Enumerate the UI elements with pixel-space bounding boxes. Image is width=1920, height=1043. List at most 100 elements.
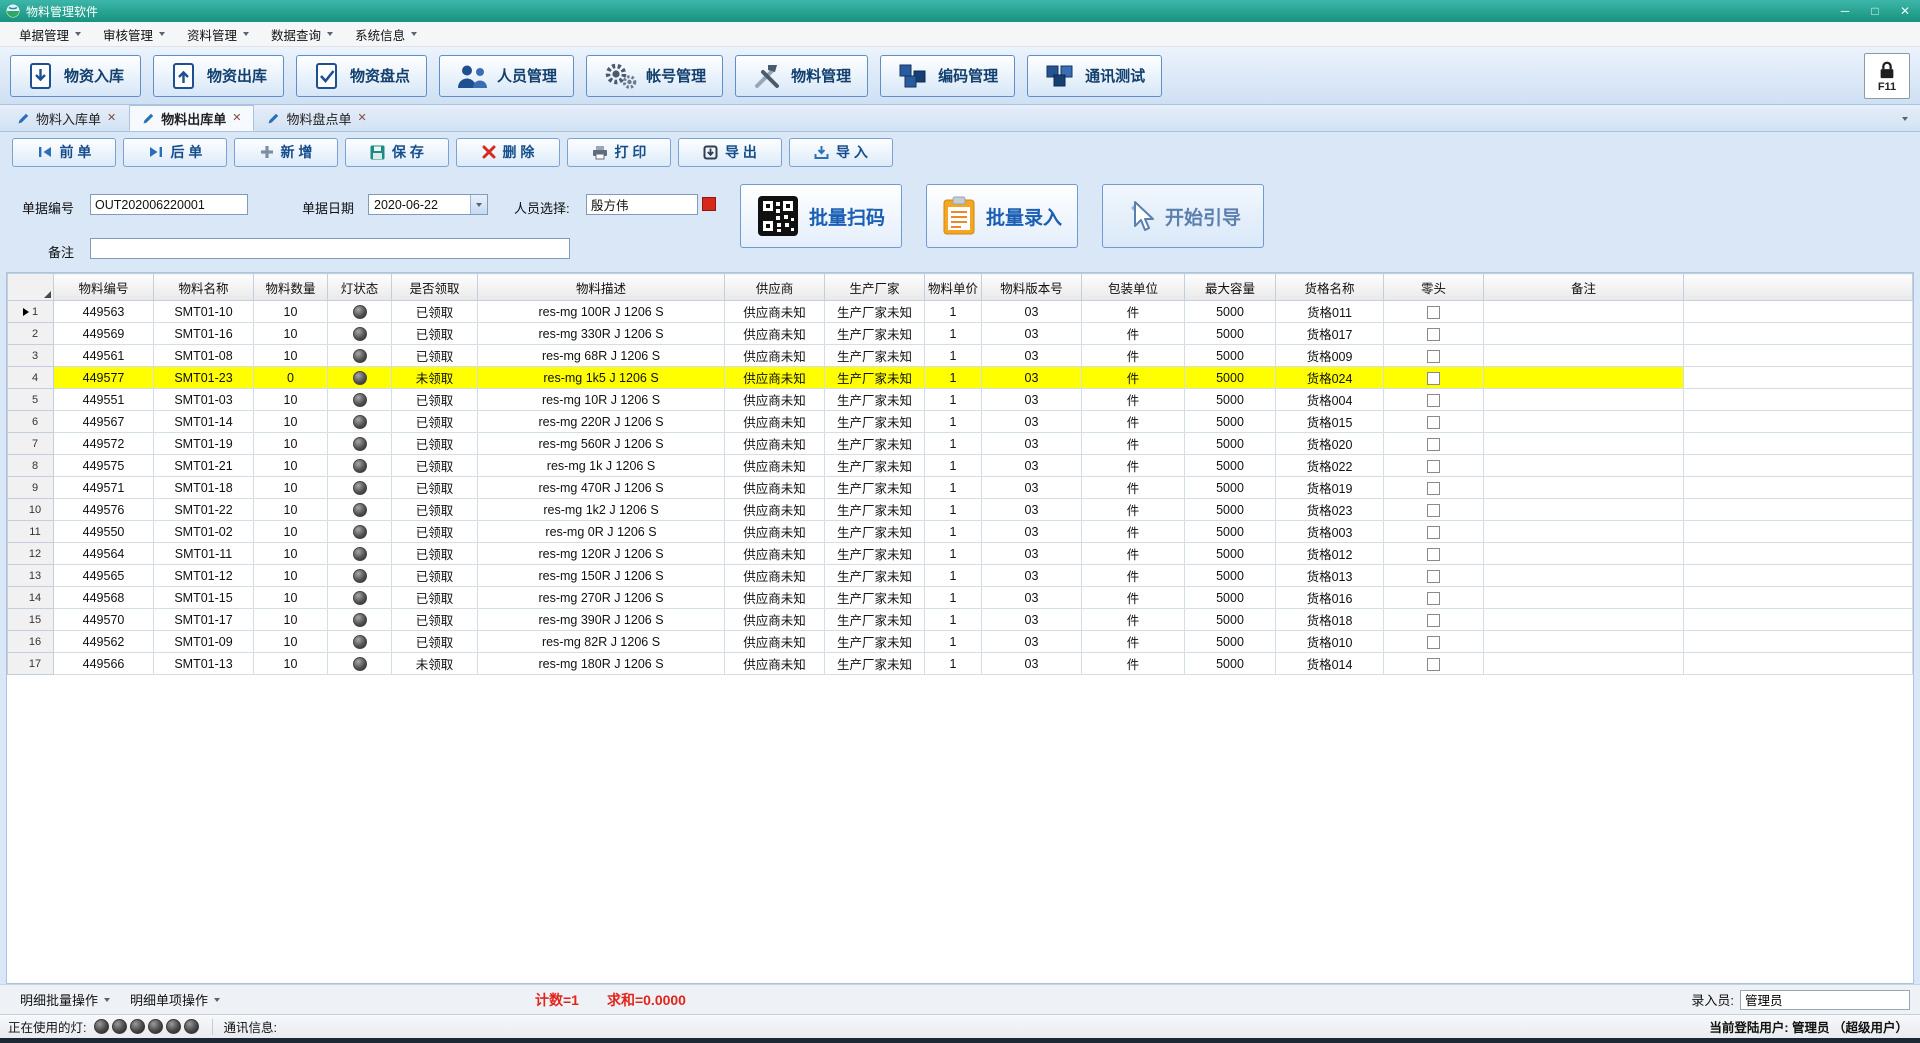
col-header-code[interactable]: 物料编号 xyxy=(54,274,154,301)
col-header-fraction[interactable]: 零头 xyxy=(1384,274,1484,301)
row-indicator-cell[interactable]: 2 xyxy=(8,323,54,345)
table-row[interactable]: 12 449564 SMT01-11 10 已领取 res-mg 120R J … xyxy=(8,543,1913,565)
tab-material-count-doc[interactable]: 物料盘点单 ✕ xyxy=(254,105,379,131)
tab-close-icon[interactable]: ✕ xyxy=(107,113,116,124)
row-indicator-cell[interactable]: 8 xyxy=(8,455,54,477)
lock-f11-button[interactable]: F11 xyxy=(1864,53,1910,99)
row-indicator-cell[interactable]: 5 xyxy=(8,389,54,411)
fraction-checkbox[interactable] xyxy=(1427,328,1440,341)
dropdown-button[interactable] xyxy=(470,195,487,214)
doc-no-input[interactable] xyxy=(90,194,248,215)
person-picker-button[interactable] xyxy=(702,197,716,211)
table-row[interactable]: 9 449571 SMT01-18 10 已领取 res-mg 470R J 1… xyxy=(8,477,1913,499)
table-row[interactable]: 1 449563 SMT01-10 10 已领取 res-mg 100R J 1… xyxy=(8,301,1913,323)
table-row[interactable]: 15 449570 SMT01-17 10 已领取 res-mg 390R J … xyxy=(8,609,1913,631)
col-header-remark[interactable]: 备注 xyxy=(1484,274,1684,301)
save-button[interactable]: 保 存 xyxy=(345,138,449,167)
row-indicator-cell[interactable]: 3 xyxy=(8,345,54,367)
row-indicator-cell[interactable]: 13 xyxy=(8,565,54,587)
table-row[interactable]: 5 449551 SMT01-03 10 已领取 res-mg 10R J 12… xyxy=(8,389,1913,411)
detail-batch-ops-button[interactable]: 明细批量操作 xyxy=(10,988,120,1012)
col-header-unit[interactable]: 包装单位 xyxy=(1082,274,1185,301)
export-button[interactable]: 导 出 xyxy=(678,138,782,167)
col-header-received[interactable]: 是否领取 xyxy=(392,274,478,301)
fraction-checkbox[interactable] xyxy=(1427,460,1440,473)
material-out-button[interactable]: 物资出库 xyxy=(153,55,284,97)
next-doc-button[interactable]: 后 单 xyxy=(123,138,227,167)
prev-doc-button[interactable]: 前 单 xyxy=(12,138,116,167)
table-row[interactable]: 7 449572 SMT01-19 10 已领取 res-mg 560R J 1… xyxy=(8,433,1913,455)
row-indicator-cell[interactable]: 9 xyxy=(8,477,54,499)
col-header-lamp[interactable]: 灯状态 xyxy=(328,274,392,301)
table-row[interactable]: 14 449568 SMT01-15 10 已领取 res-mg 270R J … xyxy=(8,587,1913,609)
row-indicator-cell[interactable]: 14 xyxy=(8,587,54,609)
row-indicator-cell[interactable]: 12 xyxy=(8,543,54,565)
close-button[interactable]: ✕ xyxy=(1890,0,1920,22)
inventory-check-button[interactable]: 物资盘点 xyxy=(296,55,427,97)
recorder-input[interactable] xyxy=(1740,990,1910,1010)
maximize-button[interactable]: □ xyxy=(1860,0,1890,22)
menu-item-document-mgmt[interactable]: 单据管理 xyxy=(8,22,92,46)
tab-material-in-doc[interactable]: 物料入库单 ✕ xyxy=(4,105,129,131)
grid-corner-cell[interactable] xyxy=(8,274,54,301)
fraction-checkbox[interactable] xyxy=(1427,614,1440,627)
fraction-checkbox[interactable] xyxy=(1427,394,1440,407)
fraction-checkbox[interactable] xyxy=(1427,504,1440,517)
row-indicator-cell[interactable]: 16 xyxy=(8,631,54,653)
fraction-checkbox[interactable] xyxy=(1427,526,1440,539)
row-indicator-cell[interactable]: 17 xyxy=(8,653,54,675)
account-mgmt-button[interactable]: 帐号管理 xyxy=(586,55,723,97)
col-header-supplier[interactable]: 供应商 xyxy=(725,274,825,301)
tab-close-icon[interactable]: ✕ xyxy=(357,113,366,124)
col-header-version[interactable]: 物料版本号 xyxy=(982,274,1082,301)
table-row[interactable]: 17 449566 SMT01-13 10 未领取 res-mg 180R J … xyxy=(8,653,1913,675)
material-mgmt-button[interactable]: 物料管理 xyxy=(735,55,868,97)
col-header-shelf[interactable]: 货格名称 xyxy=(1276,274,1384,301)
table-row[interactable]: 10 449576 SMT01-22 10 已领取 res-mg 1k2 J 1… xyxy=(8,499,1913,521)
fraction-checkbox[interactable] xyxy=(1427,658,1440,671)
fraction-checkbox[interactable] xyxy=(1427,416,1440,429)
fraction-checkbox[interactable] xyxy=(1427,636,1440,649)
col-header-desc[interactable]: 物料描述 xyxy=(478,274,725,301)
row-indicator-cell[interactable]: 15 xyxy=(8,609,54,631)
row-indicator-cell[interactable]: 11 xyxy=(8,521,54,543)
tab-material-out-doc[interactable]: 物料出库单 ✕ xyxy=(129,105,254,131)
tab-close-icon[interactable]: ✕ xyxy=(232,113,241,124)
doc-date-select[interactable]: 2020-06-22 xyxy=(368,194,488,215)
add-button[interactable]: 新 增 xyxy=(234,138,338,167)
menu-item-audit-mgmt[interactable]: 审核管理 xyxy=(92,22,176,46)
row-indicator-cell[interactable]: 6 xyxy=(8,411,54,433)
tab-overflow-button[interactable] xyxy=(1896,111,1914,127)
minimize-button[interactable]: ─ xyxy=(1830,0,1860,22)
row-indicator-cell[interactable]: 7 xyxy=(8,433,54,455)
table-row[interactable]: 13 449565 SMT01-12 10 已领取 res-mg 150R J … xyxy=(8,565,1913,587)
table-row[interactable]: 2 449569 SMT01-16 10 已领取 res-mg 330R J 1… xyxy=(8,323,1913,345)
person-input[interactable] xyxy=(586,194,698,215)
col-header-maker[interactable]: 生产厂家 xyxy=(825,274,925,301)
import-button[interactable]: 导 入 xyxy=(789,138,893,167)
table-row[interactable]: 11 449550 SMT01-02 10 已领取 res-mg 0R J 12… xyxy=(8,521,1913,543)
fraction-checkbox[interactable] xyxy=(1427,570,1440,583)
table-row[interactable]: 6 449567 SMT01-14 10 已领取 res-mg 220R J 1… xyxy=(8,411,1913,433)
detail-single-ops-button[interactable]: 明细单项操作 xyxy=(120,988,230,1012)
fraction-checkbox[interactable] xyxy=(1427,548,1440,561)
encode-mgmt-button[interactable]: 编码管理 xyxy=(880,55,1015,97)
col-header-capacity[interactable]: 最大容量 xyxy=(1185,274,1276,301)
menu-item-system-info[interactable]: 系统信息 xyxy=(344,22,428,46)
fraction-checkbox[interactable] xyxy=(1427,350,1440,363)
table-row[interactable]: 8 449575 SMT01-21 10 已领取 res-mg 1k J 120… xyxy=(8,455,1913,477)
menu-item-data-mgmt[interactable]: 资料管理 xyxy=(176,22,260,46)
print-button[interactable]: 打 印 xyxy=(567,138,671,167)
fraction-checkbox[interactable] xyxy=(1427,438,1440,451)
comm-test-button[interactable]: 通讯测试 xyxy=(1027,55,1162,97)
fraction-checkbox[interactable] xyxy=(1427,306,1440,319)
row-indicator-cell[interactable]: 4 xyxy=(8,367,54,389)
row-indicator-cell[interactable]: 1 xyxy=(8,301,54,323)
col-header-price[interactable]: 物料单价 xyxy=(925,274,982,301)
material-in-button[interactable]: 物资入库 xyxy=(10,55,141,97)
fraction-checkbox[interactable] xyxy=(1427,372,1440,385)
col-header-qty[interactable]: 物料数量 xyxy=(254,274,328,301)
col-header-name[interactable]: 物料名称 xyxy=(154,274,254,301)
table-row[interactable]: 16 449562 SMT01-09 10 已领取 res-mg 82R J 1… xyxy=(8,631,1913,653)
table-row[interactable]: 4 449577 SMT01-23 0 未领取 res-mg 1k5 J 120… xyxy=(8,367,1913,389)
